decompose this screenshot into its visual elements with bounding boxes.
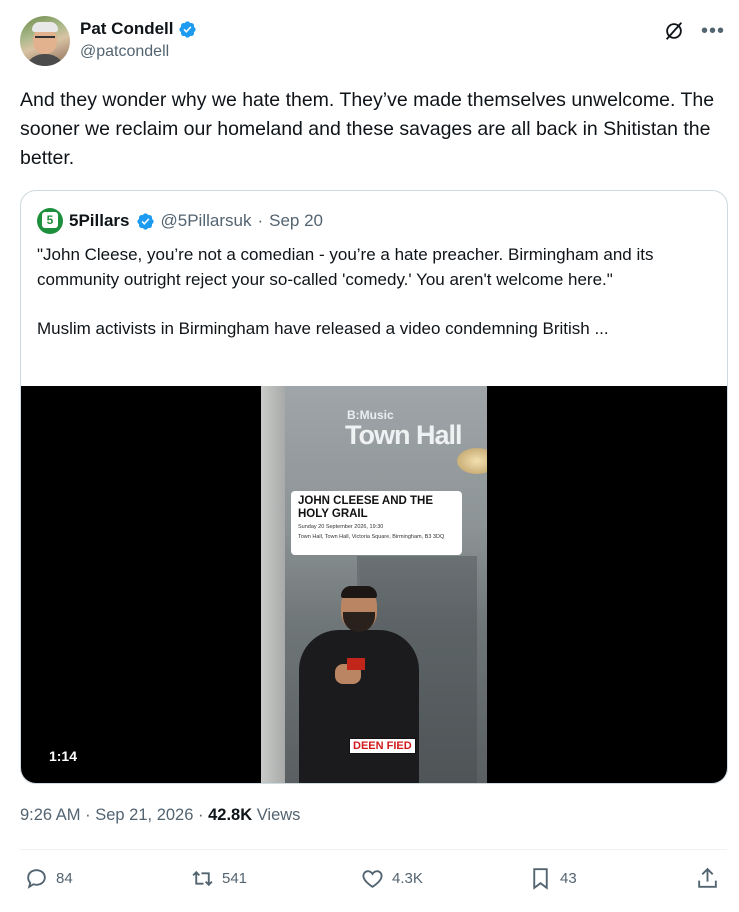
bookmark-icon <box>533 868 548 890</box>
meta-separator: · <box>85 806 91 824</box>
bookmark-button[interactable]: 43 <box>528 866 577 891</box>
reply-icon <box>27 869 46 889</box>
repost-icon <box>192 870 213 887</box>
share-icon <box>698 867 717 888</box>
event-date: Sunday 20 September 2026, 19:30 <box>298 524 384 530</box>
verified-badge-icon <box>178 20 196 38</box>
heart-icon <box>362 870 383 888</box>
meta-separator: · <box>198 806 204 824</box>
video-frame: B:Music Town Hall JOHN CLEESE AND THE HO… <box>261 386 487 783</box>
event-card: JOHN CLEESE AND THE HOLY GRAIL Sunday 20… <box>291 491 462 555</box>
top-actions: ••• <box>663 20 725 42</box>
tweet-date[interactable]: Sep 21, 2026 <box>95 806 193 824</box>
video-player[interactable]: B:Music Town Hall JOHN CLEESE AND THE HO… <box>21 386 727 783</box>
views-count: 42.8K <box>208 806 253 824</box>
like-button[interactable]: 4.3K <box>360 866 423 891</box>
more-options-icon[interactable]: ••• <box>701 21 725 41</box>
repost-count: 541 <box>222 870 248 887</box>
video-duration: 1:14 <box>39 744 87 768</box>
like-count: 4.3K <box>392 870 423 887</box>
lamp-shape <box>457 448 487 474</box>
divider <box>20 849 727 850</box>
tweet-time[interactable]: 9:26 AM <box>20 806 81 824</box>
avatar[interactable] <box>20 16 70 66</box>
author-name[interactable]: Pat Condell <box>80 19 174 39</box>
venue-title: Town Hall <box>345 420 462 450</box>
verified-badge-icon <box>136 212 154 230</box>
quoted-text: "John Cleese, you’re not a comedian - yo… <box>37 245 654 338</box>
bookmark-count: 43 <box>560 870 577 887</box>
quoted-avatar[interactable]: 5 <box>37 208 63 234</box>
event-title: JOHN CLEESE AND THE HOLY GRAIL <box>298 495 434 520</box>
quoted-author-name[interactable]: 5Pillars <box>69 211 130 231</box>
quoted-handle[interactable]: @5Pillarsuk <box>161 211 252 231</box>
watermark-logo: DEEN FIED <box>349 738 416 754</box>
quoted-separator: · <box>257 211 264 230</box>
quoted-date[interactable]: Sep 20 <box>269 211 323 231</box>
event-address: Town Hall, Town Hall, Victoria Square, B… <box>298 534 445 540</box>
views-label: Views <box>256 806 301 824</box>
tweet-text: And they wonder why we hate them. They’v… <box>20 89 715 169</box>
grok-icon[interactable] <box>663 20 685 42</box>
tweet-meta: 9:26 AM · Sep 21, 2026 · 42.8K Views <box>20 806 300 825</box>
reply-button[interactable]: 84 <box>24 866 73 891</box>
quoted-header: 5 5Pillars @5Pillarsuk · Sep 20 <box>37 208 323 234</box>
name-row: Pat Condell <box>80 19 197 39</box>
quoted-tweet[interactable]: 5 5Pillars @5Pillarsuk · Sep 20 "John Cl… <box>20 190 728 784</box>
author-handle[interactable]: @patcondell <box>80 43 169 61</box>
tweet-header: Pat Condell @patcondell ••• <box>20 16 727 68</box>
action-bar: 84 541 4.3K 43 <box>24 866 724 894</box>
reply-count: 84 <box>56 870 73 887</box>
share-button[interactable] <box>695 866 720 891</box>
repost-button[interactable]: 541 <box>190 866 247 891</box>
